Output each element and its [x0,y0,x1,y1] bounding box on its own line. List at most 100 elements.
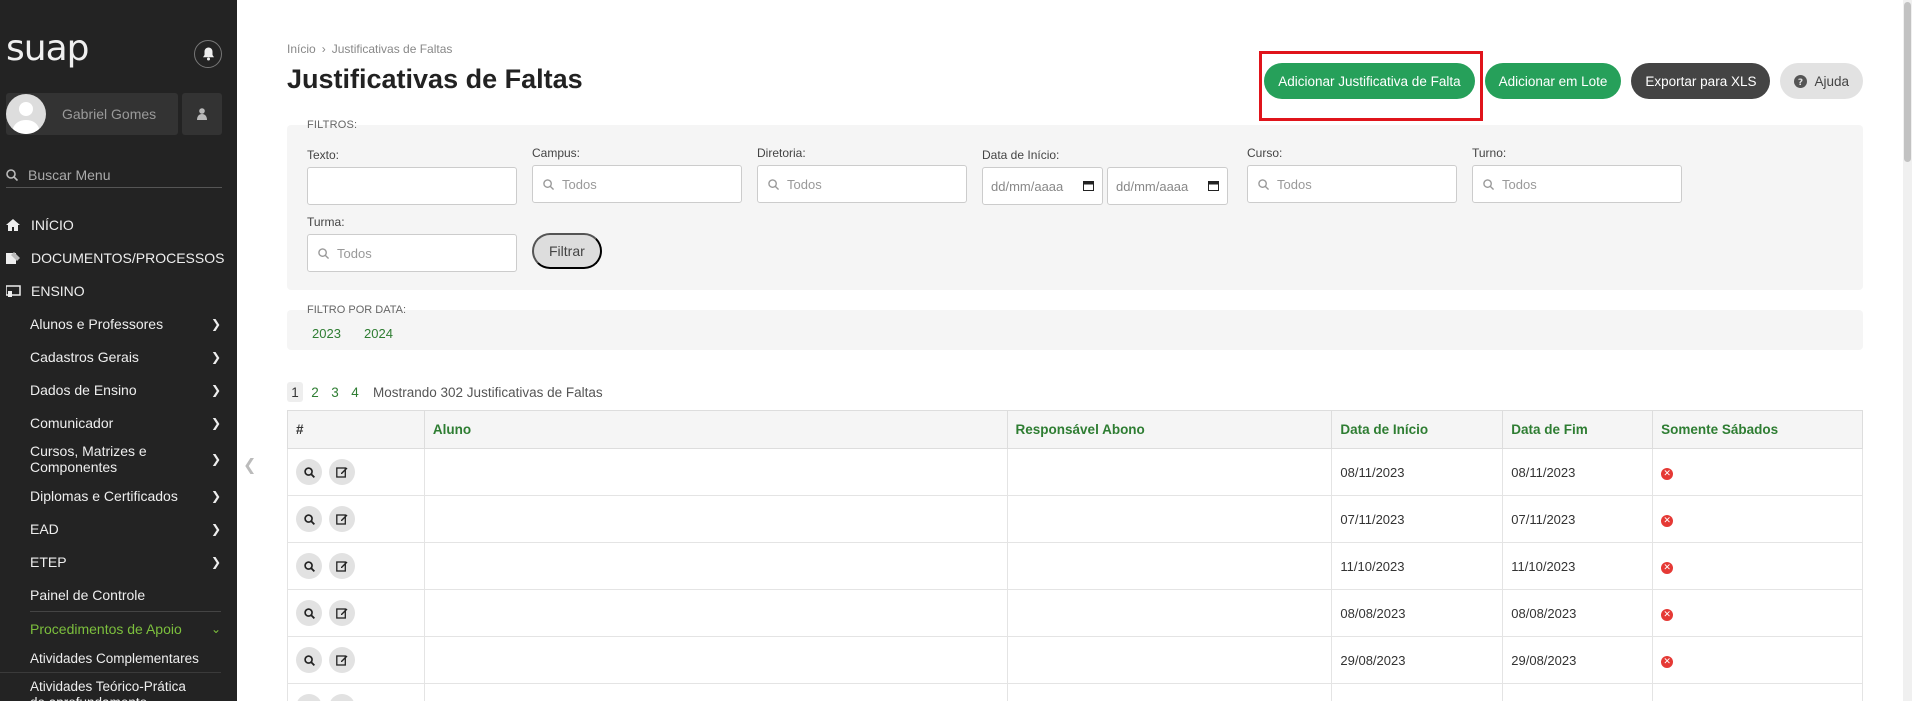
edit-icon[interactable] [329,600,355,626]
view-search-icon[interactable] [296,647,322,673]
filters-panel: FILTROS: Texto: Campus: Todos Diretoria:… [287,119,1863,290]
chevron-right-icon: ❯ [210,349,221,364]
filter-button[interactable]: Filtrar [532,233,602,269]
sidebar-item-atividades-teorico-pratica[interactable]: Atividades Teórico-Prática de aprofundam… [0,673,221,701]
sidebar-item-ensino[interactable]: ENSINO [0,274,237,307]
sidebar-item-label: Dados de Ensino [30,381,137,398]
sidebar-item-etep[interactable]: ETEP ❯ [0,545,237,578]
campus-select[interactable]: Todos [532,165,742,203]
page-scrollbar[interactable] [1903,0,1912,701]
help-button[interactable]: ? Ajuda [1780,63,1863,99]
sidebar-item-label: EAD [30,520,59,537]
search-icon [318,247,329,259]
turma-select[interactable]: Todos [307,234,517,272]
data-fim-cell [1502,683,1654,701]
filter-turno: Turno: Todos [1472,146,1682,203]
turma-select-value: Todos [337,245,372,261]
no-status-icon: ✕ [1661,467,1674,480]
column-header-data-inicio[interactable]: Data de Início [1331,410,1504,449]
page-actions: Adicionar Justificativa de Falta Adicion… [1264,63,1863,99]
year-link-2023[interactable]: 2023 [312,326,341,341]
user-menu-button[interactable] [182,93,222,135]
sidebar-item-dados-ensino[interactable]: Dados de Ensino ❯ [0,373,237,406]
data-fim-cell: 11/10/2023 [1502,542,1654,590]
filter-turma: Turma: Todos [307,215,517,272]
filters-label: FILTROS: [307,119,358,131]
sidebar-item-label: Diplomas e Certificados [30,487,178,504]
view-search-icon[interactable] [296,459,322,485]
year-link-2024[interactable]: 2024 [364,326,393,341]
sidebar-item-label: Alunos e Professores [30,315,164,332]
view-search-icon[interactable] [296,506,322,532]
sidebar-item-atividades-complementares[interactable]: Atividades Complementares [0,645,221,673]
edit-icon[interactable] [329,694,355,701]
no-status-icon: ✕ [1661,514,1674,527]
table-row: ✕ [287,683,1863,701]
sidebar-item-cursos-matrizes[interactable]: Cursos, Matrizes e Componentes ❯ [0,439,237,479]
row-actions [287,636,425,684]
diretoria-select[interactable]: Todos [757,165,967,203]
sidebar-item-label: DOCUMENTOS/PROCESSOS [31,249,225,266]
aluno-cell-redacted [423,589,1008,637]
sidebar-item-comunicador[interactable]: Comunicador ❯ [0,406,237,439]
sidebar-collapse-icon[interactable]: ❮ [243,455,256,475]
document-icon [6,251,24,264]
somente-sabados-cell: ✕ [1652,683,1863,701]
avatar [6,94,46,134]
menu-search[interactable] [6,162,222,188]
breadcrumb-separator-icon: › [321,42,326,56]
sidebar-item-ead[interactable]: EAD ❯ [0,512,237,545]
date-start-input[interactable]: dd/mm/aaaa [982,167,1103,205]
sidebar-item-cadastros-gerais[interactable]: Cadastros Gerais ❯ [0,340,237,373]
edit-icon[interactable] [329,553,355,579]
scrollbar-thumb[interactable] [1904,2,1911,162]
main-content: Início › Justificativas de Faltas Justific… [287,0,1863,701]
filter-data-inicio-label: Data de Início: [982,148,1060,162]
responsavel-cell-redacted [1006,636,1333,684]
sidebar-item-alunos-professores[interactable]: Alunos e Professores ❯ [0,307,237,340]
row-actions [287,589,425,637]
add-batch-button[interactable]: Adicionar em Lote [1484,63,1622,99]
data-inicio-cell: 11/10/2023 [1331,542,1504,590]
column-header-aluno[interactable]: Aluno [423,410,1008,449]
page-1[interactable]: 1 [287,382,303,402]
column-header-responsavel[interactable]: Responsável Abono [1006,410,1333,449]
view-search-icon[interactable] [296,553,322,579]
menu-search-input[interactable] [28,166,208,183]
home-icon [6,218,24,231]
edit-icon[interactable] [329,647,355,673]
sidebar-item-diplomas[interactable]: Diplomas e Certificados ❯ [0,479,237,512]
column-header-data-fim[interactable]: Data de Fim [1502,410,1654,449]
turno-select[interactable]: Todos [1472,165,1682,203]
sidebar-item-procedimentos-apoio[interactable]: Procedimentos de Apoio ⌄ [0,612,237,645]
notifications-bell-icon[interactable] [194,40,222,68]
view-search-icon[interactable] [296,600,322,626]
chevron-right-icon: ❯ [210,488,221,503]
page-title: Justificativas de Faltas [287,64,583,94]
view-search-icon[interactable] [296,694,322,701]
breadcrumb-home-link[interactable]: Início [287,42,316,56]
sidebar-item-inicio[interactable]: INÍCIO [0,208,237,241]
table-row: 29/08/2023 29/08/2023 ✕ [287,636,1863,684]
add-justification-button[interactable]: Adicionar Justificativa de Falta [1264,63,1475,99]
column-header-somente-sabados[interactable]: Somente Sábados [1652,410,1863,449]
page-4[interactable]: 4 [347,382,363,402]
table-row: 08/08/2023 08/08/2023 ✕ [287,589,1863,637]
somente-sabados-cell: ✕ [1652,636,1863,684]
edit-icon[interactable] [329,459,355,485]
page-3[interactable]: 3 [327,382,343,402]
sidebar-item-painel-controle[interactable]: Painel de Controle [0,578,237,611]
filter-diretoria: Diretoria: Todos [757,146,967,203]
responsavel-cell-redacted [1006,495,1333,543]
sidebar-item-documentos[interactable]: DOCUMENTOS/PROCESSOS [0,241,237,274]
texto-input[interactable] [307,167,517,205]
user-profile[interactable]: Gabriel Gomes [6,93,178,135]
export-xls-button[interactable]: Exportar para XLS [1631,63,1771,99]
date-end-input[interactable]: dd/mm/aaaa [1107,167,1228,205]
edit-icon[interactable] [329,506,355,532]
suap-logo[interactable]: suap [6,28,89,69]
sidebar-item-label: Cadastros Gerais [30,348,139,365]
page-2[interactable]: 2 [307,382,323,402]
curso-select[interactable]: Todos [1247,165,1457,203]
chevron-right-icon: ❯ [210,554,221,569]
